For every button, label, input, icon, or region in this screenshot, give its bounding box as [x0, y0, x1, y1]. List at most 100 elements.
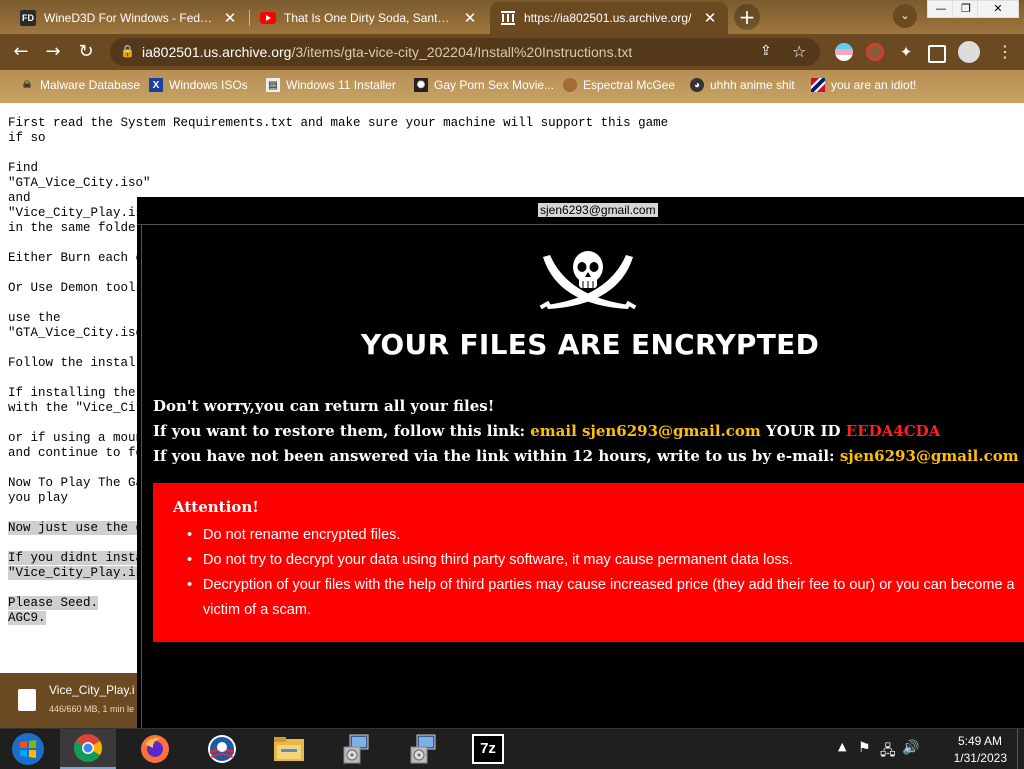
- bookmarks-bar: ☠ Malware Database X Windows ISOs ▤ Windows…: [0, 70, 1024, 100]
- text-line: in the same folder: [8, 221, 144, 235]
- text-line: and continue to fo: [8, 446, 144, 460]
- text-line: with the "Vice_Cit: [8, 401, 144, 415]
- network-icon[interactable]: 🖧: [880, 740, 896, 764]
- ransom-window-titlebar[interactable]: sjen6293@gmail.com: [137, 197, 1024, 225]
- system-tray: ▲ ⚑ 🖧 🔊 5:49 AM 1/31/2023: [834, 729, 1024, 769]
- id-label: YOUR ID: [760, 422, 846, 440]
- text-line: Find: [8, 161, 39, 175]
- ransom-message-contact: If you have not been answered via the li…: [153, 447, 1019, 465]
- text-line: and: [8, 191, 31, 205]
- tab-search-chevron-icon[interactable]: ⌄: [893, 4, 917, 28]
- fd-favicon-icon: FD: [20, 10, 36, 26]
- bookmark-espectral-mcgee[interactable]: Espectral McGee: [563, 76, 675, 94]
- attention-item: Do not rename encrypted files.: [187, 523, 1024, 548]
- tab-close-icon[interactable]: ✕: [462, 9, 478, 27]
- taskbar-chrome[interactable]: [60, 729, 116, 769]
- file-icon: [18, 689, 36, 711]
- text-line: "GTA_Vice_City.iso": [8, 176, 151, 190]
- text-line: Now To Play The Ga: [8, 476, 144, 490]
- minimize-button[interactable]: —: [927, 0, 955, 18]
- address-bar[interactable]: 🔒 ia802501.us.archive.org/3/items/gta-vi…: [110, 38, 820, 66]
- close-window-button[interactable]: ✕: [977, 0, 1019, 18]
- bookmark-label: Windows ISOs: [169, 78, 248, 92]
- firefox-icon: [141, 735, 169, 763]
- archive-icon: [500, 10, 516, 26]
- bookmark-windows-11-installer[interactable]: ▤ Windows 11 Installer: [266, 76, 396, 94]
- bookmark-label: Malware Database: [40, 78, 141, 92]
- tab-winedd3d[interactable]: FD WineD3D For Windows - Federico ✕: [10, 2, 248, 34]
- tab-close-icon[interactable]: ✕: [702, 9, 718, 27]
- ransom-message-restore: If you want to restore them, follow this…: [153, 422, 940, 440]
- text-line: First read the System Requirements.txt a…: [8, 116, 669, 130]
- start-button[interactable]: [0, 729, 56, 769]
- clock-time[interactable]: 5:49 AM: [958, 734, 1002, 748]
- back-arrow-icon[interactable]: ←: [10, 41, 32, 63]
- text-line: Now just use the d: [8, 521, 144, 535]
- victim-id: EEDA4CDA: [845, 422, 941, 440]
- profile-extension-icon[interactable]: [866, 43, 884, 61]
- bookmark-label: Windows 11 Installer: [286, 78, 396, 92]
- ransom-window-title: sjen6293@gmail.com: [538, 203, 658, 217]
- text-line: If installing the: [8, 386, 136, 400]
- profile-avatar-icon[interactable]: [958, 41, 980, 63]
- trans-flag-extension-icon[interactable]: [835, 43, 853, 61]
- avatar-icon: [563, 78, 577, 92]
- site-icon: ✺: [414, 78, 428, 92]
- taskbar-obama-app[interactable]: [194, 729, 250, 769]
- bookmark-you-are-an-idiot[interactable]: you are an idiot!: [811, 76, 916, 94]
- taskbar-7zip[interactable]: 7z: [460, 729, 516, 769]
- tab-close-icon[interactable]: ✕: [222, 9, 238, 27]
- youtube-icon: [260, 10, 276, 26]
- lock-icon[interactable]: 🔒: [120, 44, 135, 58]
- text-line: If you didnt insta: [8, 551, 144, 565]
- bookmark-site[interactable]: ✺ Gay Porn Sex Movie...: [414, 76, 554, 94]
- new-tab-button[interactable]: +: [734, 4, 760, 30]
- taskbar-file-explorer[interactable]: [261, 729, 317, 769]
- volume-icon[interactable]: 🔊: [902, 740, 919, 756]
- bookmark-anime[interactable]: ◕ uhhh anime shit: [690, 76, 795, 94]
- download-status: 446/660 MB, 1 min le: [49, 704, 135, 714]
- text-line: "GTA_Vice_City.iso: [8, 326, 144, 340]
- tab-archive[interactable]: https://ia802501.us.archive.org/ ✕: [490, 2, 728, 34]
- restore-button[interactable]: ❐: [952, 0, 980, 18]
- text-line: Please Seed.: [8, 596, 99, 610]
- menu-kebab-icon[interactable]: ⋮: [996, 43, 1014, 61]
- flag-icon: [811, 78, 825, 92]
- url-path: /3/items/gta-vice-city_202204/Install%20…: [291, 44, 633, 60]
- bookmark-windows-isos[interactable]: X Windows ISOs: [149, 76, 248, 94]
- url-text: ia802501.us.archive.org/3/items/gta-vice…: [142, 44, 632, 60]
- anime-icon: ◕: [690, 78, 704, 92]
- taskbar-setup-1[interactable]: [328, 729, 384, 769]
- clock-date[interactable]: 1/31/2023: [954, 751, 1007, 765]
- text-line: Either Burn each o: [8, 251, 144, 265]
- restore-email-link[interactable]: email sjen6293@gmail.com: [530, 422, 761, 440]
- show-desktop-button[interactable]: [1017, 729, 1024, 769]
- extensions-puzzle-icon[interactable]: ✦: [897, 43, 915, 61]
- contact-email-link[interactable]: sjen6293@gmail.com: [840, 447, 1019, 465]
- url-host: ia802501.us.archive.org: [142, 44, 292, 60]
- show-hidden-icons-chevron-icon[interactable]: ▲: [838, 740, 846, 753]
- tab-youtube[interactable]: That Is One Dirty Soda, Santa | M ✕: [250, 2, 488, 34]
- taskbar-firefox[interactable]: [127, 729, 183, 769]
- start-icon: [12, 733, 44, 765]
- action-center-flag-icon[interactable]: ⚑: [858, 740, 871, 756]
- reload-icon[interactable]: ↻: [75, 41, 97, 63]
- text-line: "Vice_City_Play.is: [8, 206, 144, 220]
- download-item[interactable]: Vice_City_Play.i 446/660 MB, 1 min le: [0, 673, 140, 728]
- 7zip-icon: 7z: [472, 734, 504, 764]
- text-line: or if using a moun: [8, 431, 144, 445]
- bookmark-malware-database[interactable]: ☠ Malware Database: [20, 76, 141, 94]
- restore-text: If you want to restore them, follow this…: [153, 422, 531, 440]
- side-panel-icon[interactable]: [928, 45, 946, 63]
- forward-arrow-icon[interactable]: →: [42, 41, 64, 63]
- obama-icon: [208, 735, 236, 763]
- share-icon[interactable]: ⇪: [760, 43, 772, 59]
- text-line: Or Use Demon tools: [8, 281, 144, 295]
- text-line: use the: [8, 311, 61, 325]
- bookmark-star-icon[interactable]: ☆: [792, 42, 806, 61]
- tab-strip: FD WineD3D For Windows - Federico ✕ That…: [0, 0, 1024, 34]
- taskbar-setup-2[interactable]: [395, 729, 451, 769]
- attention-title: Attention!: [173, 498, 259, 516]
- bookmark-label: you are an idiot!: [831, 78, 917, 92]
- ransom-note-window: sjen6293@gmail.com YOUR FILES ARE ENCRYP…: [137, 197, 1024, 732]
